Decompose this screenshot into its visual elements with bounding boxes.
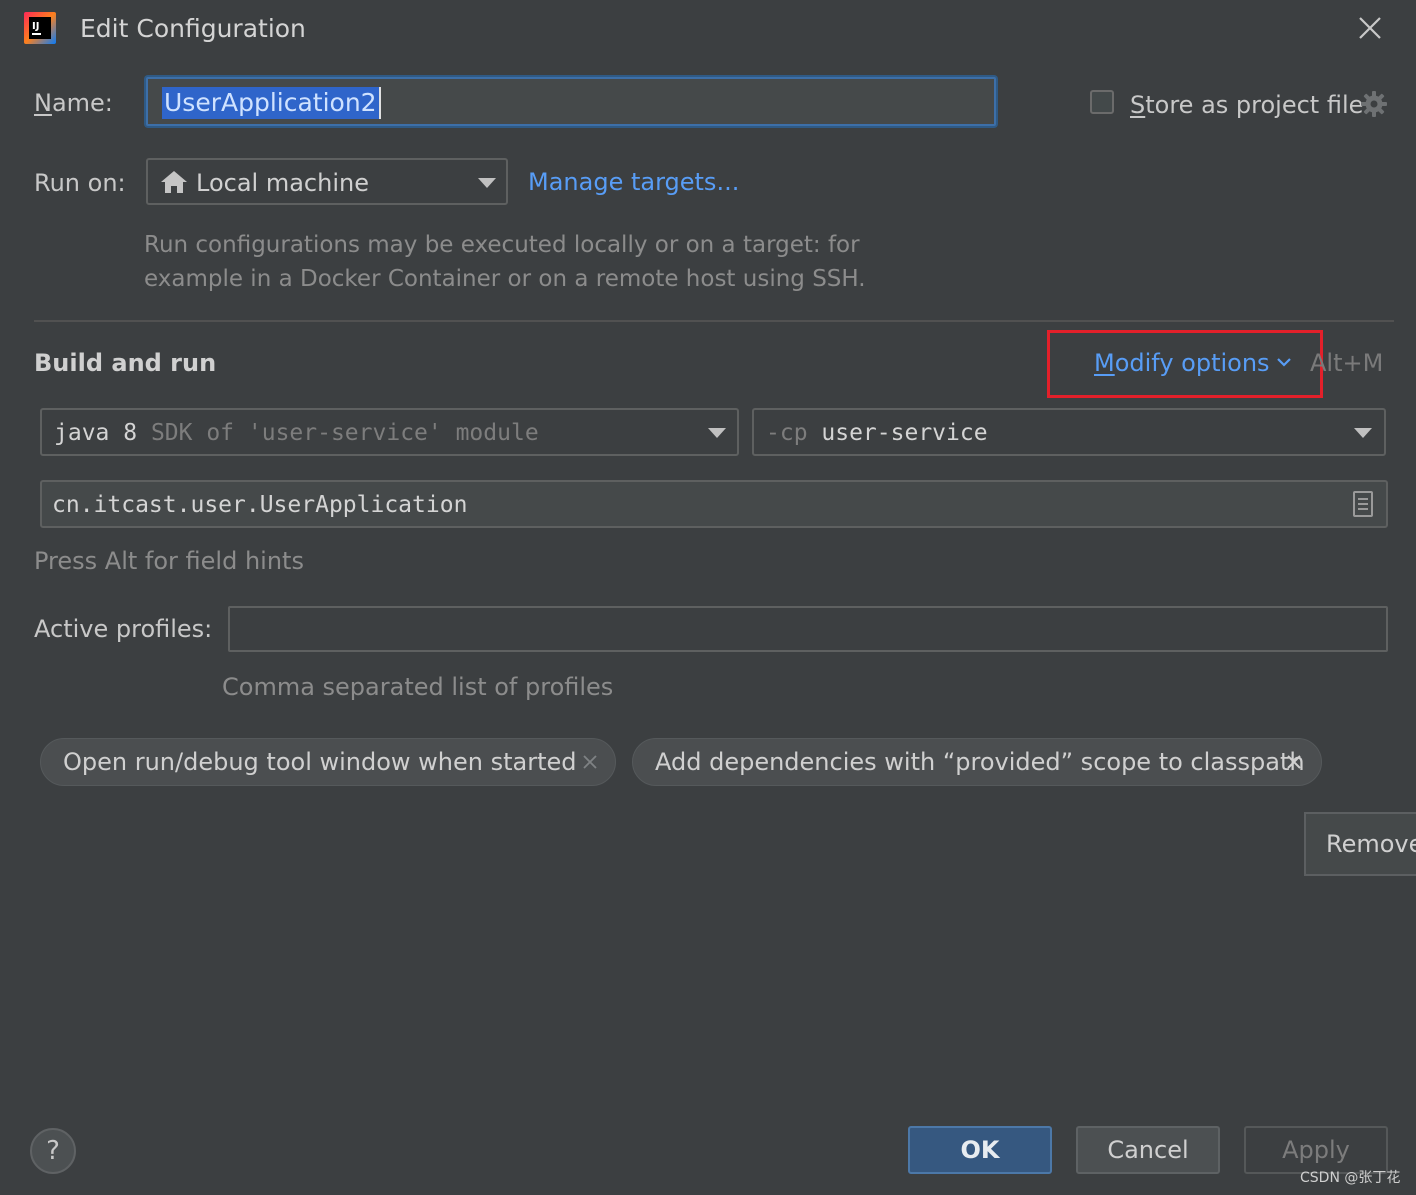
field-hints-text: Press Alt for field hints bbox=[34, 547, 304, 575]
cancel-button[interactable]: Cancel bbox=[1076, 1126, 1220, 1174]
active-profiles-input[interactable] bbox=[228, 606, 1388, 652]
name-label: Name: bbox=[34, 89, 113, 117]
main-class-value: cn.itcast.user.UserApplication bbox=[52, 492, 468, 518]
classpath-value: -cp user-service bbox=[766, 420, 988, 446]
close-icon[interactable] bbox=[1356, 14, 1384, 42]
chevron-down-icon[interactable] bbox=[1276, 356, 1292, 368]
intellij-app-icon: IJ bbox=[24, 12, 56, 44]
store-as-project-file-checkbox[interactable] bbox=[1090, 90, 1114, 114]
remove-tooltip-button[interactable]: Remove bbox=[1304, 812, 1416, 876]
option-chip-label: Add dependencies with “provided” scope t… bbox=[655, 748, 1305, 776]
edit-configuration-dialog: IJ Edit Configuration Name: UserApplicat… bbox=[0, 0, 1416, 1195]
browse-class-icon[interactable] bbox=[1352, 490, 1374, 518]
watermark-text: CSDN @张丁花 bbox=[1300, 1170, 1401, 1186]
ok-button[interactable]: OK bbox=[908, 1126, 1052, 1174]
name-field[interactable]: UserApplication2 bbox=[146, 77, 996, 126]
manage-targets-link[interactable]: Manage targets... bbox=[528, 165, 739, 199]
store-as-project-file-label[interactable]: Store as project file bbox=[1130, 88, 1363, 122]
help-button[interactable]: ? bbox=[30, 1128, 76, 1174]
run-on-hint-line2: example in a Docker Container or on a re… bbox=[144, 266, 866, 292]
run-on-dropdown[interactable]: Local machine bbox=[146, 158, 508, 205]
option-chip-label: Open run/debug tool window when started bbox=[63, 748, 577, 776]
chevron-down-icon bbox=[708, 428, 726, 438]
close-icon[interactable] bbox=[581, 753, 599, 771]
run-on-hint-line1: Run configurations may be executed local… bbox=[144, 232, 860, 258]
run-on-label: Run on: bbox=[34, 169, 126, 197]
modify-options-shortcut: Alt+M bbox=[1310, 349, 1384, 377]
build-and-run-heading: Build and run bbox=[34, 349, 217, 377]
gear-icon[interactable] bbox=[1360, 90, 1388, 118]
option-chip[interactable]: Open run/debug tool window when started bbox=[40, 738, 616, 786]
active-profiles-hint: Comma separated list of profiles bbox=[222, 673, 614, 701]
name-field-value: UserApplication2 bbox=[162, 87, 379, 119]
active-profiles-label: Active profiles: bbox=[34, 615, 213, 643]
jdk-dropdown[interactable]: java 8 SDK of 'user-service' module bbox=[40, 408, 739, 456]
chevron-down-icon bbox=[1354, 428, 1372, 438]
text-caret bbox=[379, 87, 381, 119]
option-chip[interactable]: Add dependencies with “provided” scope t… bbox=[632, 738, 1322, 786]
main-class-field[interactable]: cn.itcast.user.UserApplication bbox=[40, 480, 1388, 528]
chevron-down-icon bbox=[478, 178, 496, 188]
svg-text:IJ: IJ bbox=[32, 21, 39, 32]
home-icon bbox=[161, 171, 187, 193]
modify-options-link[interactable]: Modify options bbox=[1094, 346, 1270, 380]
section-divider bbox=[34, 320, 1394, 322]
apply-button[interactable]: Apply bbox=[1244, 1126, 1388, 1174]
close-icon[interactable] bbox=[1285, 753, 1303, 771]
run-on-selected: Local machine bbox=[196, 169, 369, 197]
classpath-module-dropdown[interactable]: -cp user-service bbox=[752, 408, 1386, 456]
jdk-value: java 8 SDK of 'user-service' module bbox=[54, 420, 539, 446]
dialog-title: Edit Configuration bbox=[80, 14, 306, 43]
